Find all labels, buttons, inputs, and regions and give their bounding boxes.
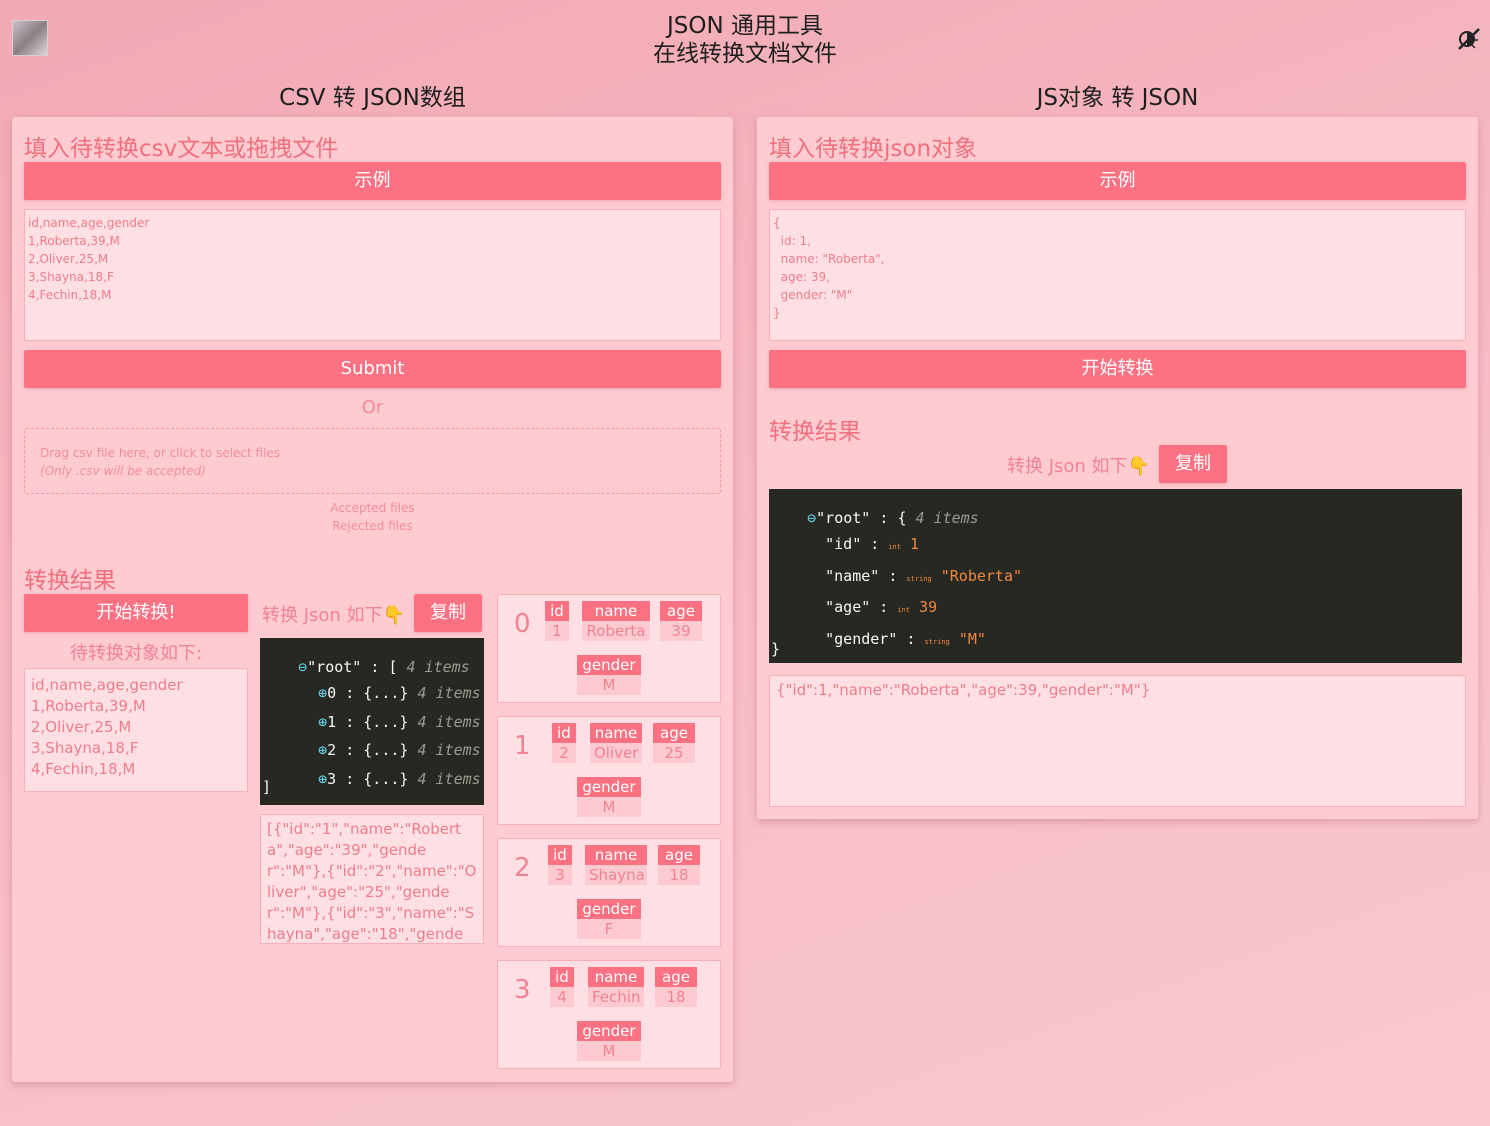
root-item-count: 4 items: [915, 509, 979, 527]
gender-chip: gender M: [577, 655, 641, 695]
viewer-field-row: "gender" : string "M": [825, 630, 986, 648]
pending-object-box: id,name,age,gender 1,Roberta,39,M 2,Oliv…: [24, 668, 248, 792]
card-index: 2: [514, 853, 531, 883]
name-chip: name Fechin: [588, 967, 644, 1007]
record-card: 1 id 2 name Oliver age 25 gender M: [497, 716, 721, 825]
csv-input-textarea[interactable]: id,name,age,gender 1,Roberta,39,M 2,Oliv…: [24, 209, 721, 341]
field-type: string: [924, 638, 950, 646]
root-close-bracket: ]: [262, 778, 272, 796]
record-card: 3 id 4 name Fechin age 18 gender M: [497, 960, 721, 1069]
csv-input-heading: 填入待转换csv文本或拖拽文件: [24, 136, 339, 162]
name-chip: name Shayna: [585, 845, 647, 885]
gender-chip: gender F: [577, 899, 641, 939]
csv-example-button[interactable]: 示例: [24, 162, 721, 200]
rejected-files-label: Rejected files: [332, 519, 413, 533]
page-header: JSON 通用工具 在线转换文档文件: [0, 0, 1490, 70]
csv-json-label: 转换 Json 如下👇: [262, 605, 405, 626]
age-chip: age 18: [658, 845, 700, 885]
csv-dropzone[interactable]: Drag csv file here, or click to select f…: [24, 428, 721, 494]
record-card: 0 id 1 name Roberta age 39 gender M: [497, 594, 721, 703]
js-copy-button[interactable]: 复制: [1159, 445, 1227, 483]
js-result-heading: 转换结果: [769, 419, 861, 445]
js-example-button[interactable]: 示例: [769, 162, 1466, 200]
js-json-viewer: ⊖"root" : { 4 items "id" : int 1 "name" …: [769, 489, 1462, 663]
theme-toggle-icon[interactable]: [1456, 26, 1482, 52]
page-title: JSON 通用工具: [666, 13, 823, 39]
id-chip: id 3: [548, 845, 572, 885]
card-index: 1: [514, 731, 531, 761]
csv-start-convert-button[interactable]: 开始转换!: [24, 594, 248, 632]
record-card: 2 id 3 name Shayna age 18 gender F: [497, 838, 721, 947]
field-value: "Roberta": [940, 567, 1023, 585]
csv-json-viewer: ⊖"root" : [ 4 items ⊕0 : {...} 4 items ⊕…: [260, 638, 484, 805]
item-collapsed: {...}: [363, 770, 409, 788]
dropzone-hint: Drag csv file here, or click to select f…: [40, 446, 281, 460]
id-chip: id 2: [552, 723, 576, 763]
accepted-files-label: Accepted files: [330, 501, 415, 515]
js-json-label: 转换 Json 如下👇: [1007, 456, 1150, 477]
age-chip: age 39: [660, 601, 702, 641]
field-value: "M": [958, 630, 986, 648]
age-chip: age 18: [655, 967, 697, 1007]
viewer-row[interactable]: ⊕3 : {...} 4 items: [282, 752, 481, 805]
csv-section-title: CSV 转 JSON数组: [279, 85, 466, 111]
card-index: 3: [514, 975, 531, 1005]
or-separator: Or: [361, 397, 384, 418]
gender-chip: gender M: [577, 1021, 641, 1061]
js-input-textarea[interactable]: { id: 1, name: "Roberta", age: 39, gende…: [769, 209, 1466, 341]
csv-submit-button[interactable]: Submit: [24, 350, 721, 388]
js-json-result[interactable]: {"id":1,"name":"Roberta","age":39,"gende…: [769, 675, 1466, 807]
csv-result-heading: 转换结果: [24, 568, 116, 594]
field-key: "gender": [825, 630, 898, 648]
js-start-convert-button[interactable]: 开始转换: [769, 350, 1466, 388]
dropzone-note: (Only .csv will be accepted): [40, 464, 206, 478]
gender-chip: gender M: [577, 777, 641, 817]
csv-json-result[interactable]: [{"id":"1","name":"Roberta","age":"39","…: [260, 814, 484, 944]
js-input-heading: 填入待转换json对象: [769, 136, 978, 162]
name-chip: name Oliver: [590, 723, 642, 763]
id-chip: id 1: [545, 601, 569, 641]
pending-object-label: 待转换对象如下:: [69, 643, 203, 664]
item-key: 3: [327, 770, 337, 788]
name-chip: name Roberta: [582, 601, 650, 641]
root-close-brace: }: [771, 640, 781, 658]
page-subtitle: 在线转换文档文件: [653, 41, 837, 67]
item-count: 4 items: [417, 770, 481, 788]
expand-icon[interactable]: ⊕: [318, 770, 327, 788]
age-chip: age 25: [653, 723, 695, 763]
card-index: 0: [514, 609, 531, 639]
js-section-title: JS对象 转 JSON: [1036, 85, 1199, 111]
id-chip: id 4: [550, 967, 574, 1007]
csv-copy-button[interactable]: 复制: [414, 594, 482, 632]
